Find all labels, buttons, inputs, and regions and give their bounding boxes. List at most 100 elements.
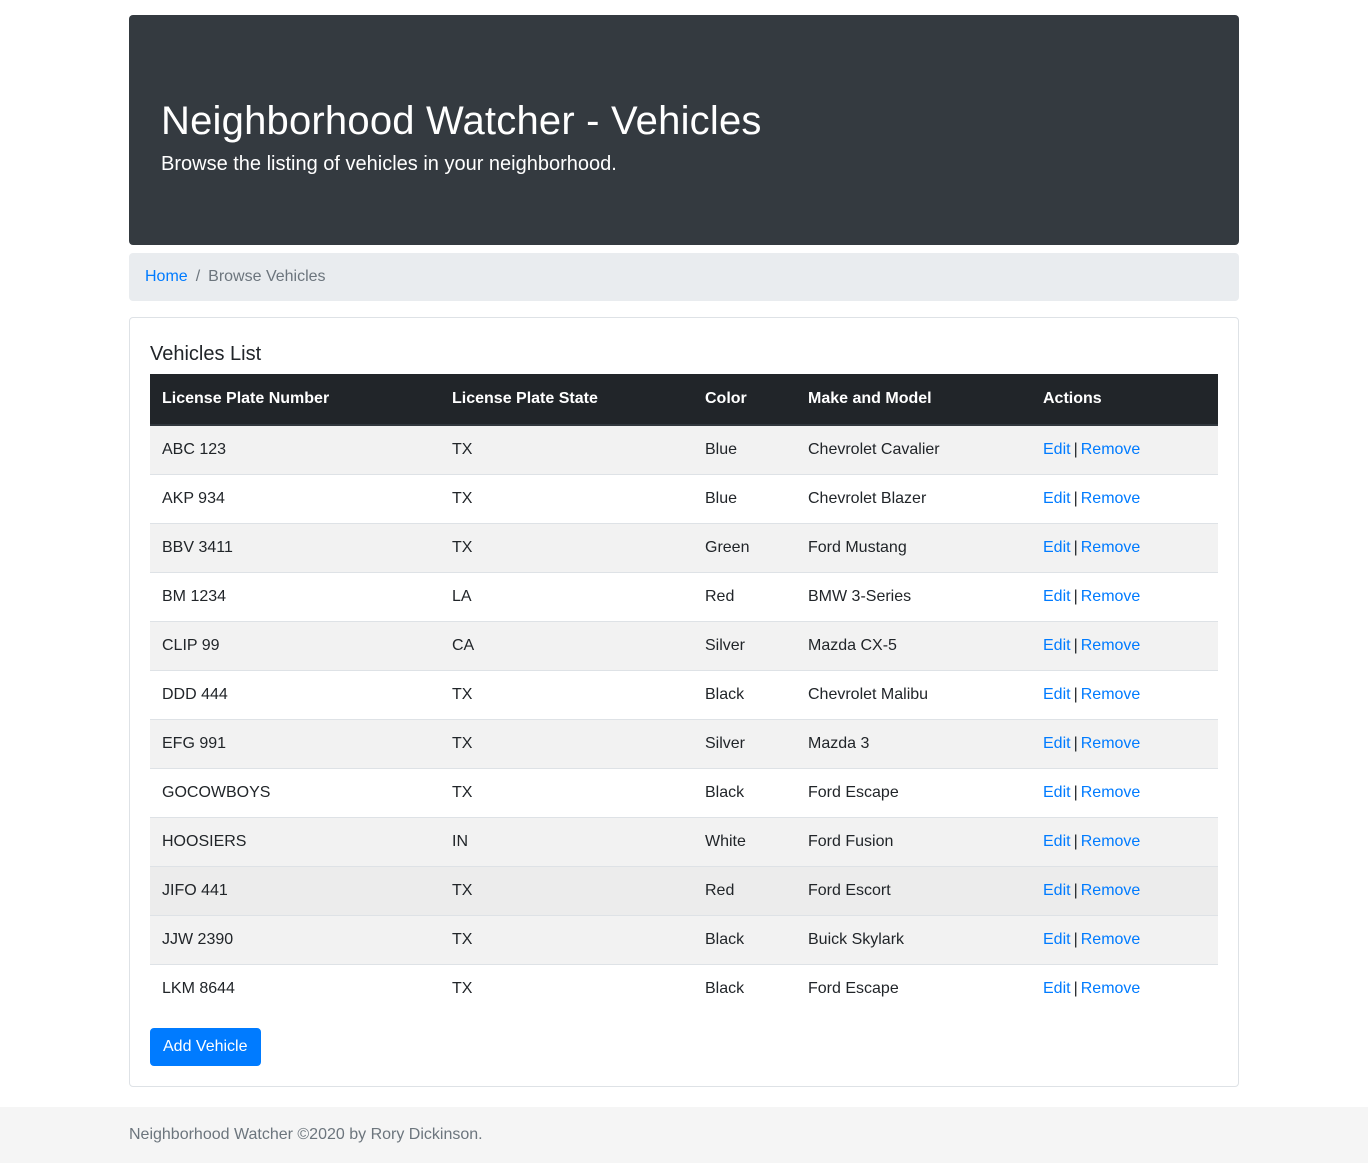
cell-state: TX [440, 424, 693, 474]
table-row: ABC 123 TX Blue Chevrolet Cavalier Edit | Remo… [150, 424, 1218, 474]
cell-make-model: Ford Fusion [796, 816, 1031, 866]
table-header-row: License Plate Number License Plate State… [150, 374, 1218, 426]
column-header-state: License Plate State [440, 374, 693, 426]
remove-link[interactable]: Remove [1081, 882, 1141, 899]
cell-make-model: BMW 3-Series [796, 571, 1031, 621]
remove-link[interactable]: Remove [1081, 686, 1141, 703]
edit-link[interactable]: Edit [1043, 637, 1071, 654]
cell-color: Black [693, 669, 796, 719]
action-separator: | [1073, 783, 1078, 801]
action-separator: | [1073, 440, 1078, 458]
column-header-plate: License Plate Number [150, 374, 440, 426]
edit-link[interactable]: Edit [1043, 882, 1071, 899]
table-row: BBV 3411 TX Green Ford Mustang Edit | Remove [150, 522, 1218, 572]
cell-make-model: Ford Escort [796, 865, 1031, 915]
table-row: BM 1234 LA Red BMW 3-Series Edit | Remove [150, 571, 1218, 621]
edit-link[interactable]: Edit [1043, 980, 1071, 997]
column-header-make-model: Make and Model [796, 374, 1031, 426]
cell-plate: DDD 444 [150, 669, 440, 719]
edit-link[interactable]: Edit [1043, 735, 1071, 752]
cell-make-model: Mazda CX-5 [796, 620, 1031, 670]
cell-make-model: Ford Mustang [796, 522, 1031, 572]
cell-make-model: Buick Skylark [796, 914, 1031, 964]
cell-color: Green [693, 522, 796, 572]
action-separator: | [1073, 489, 1078, 507]
breadcrumb-current: Browse Vehicles [208, 268, 326, 285]
cell-plate: BM 1234 [150, 571, 440, 621]
breadcrumb: Home / Browse Vehicles [129, 253, 1239, 301]
table-row: JJW 2390 TX Black Buick Skylark Edit | Remove [150, 914, 1218, 964]
cell-make-model: Chevrolet Cavalier [796, 424, 1031, 474]
cell-actions: Edit | Remove [1031, 816, 1218, 866]
cell-state: IN [440, 816, 693, 866]
edit-link[interactable]: Edit [1043, 686, 1071, 703]
table-row: AKP 934 TX Blue Chevrolet Blazer Edit | Remove [150, 473, 1218, 523]
cell-plate: LKM 8644 [150, 963, 440, 1013]
cell-color: Silver [693, 620, 796, 670]
remove-link[interactable]: Remove [1081, 784, 1141, 801]
cell-color: Black [693, 767, 796, 817]
cell-color: Blue [693, 424, 796, 474]
cell-plate: GOCOWBOYS [150, 767, 440, 817]
remove-link[interactable]: Remove [1081, 539, 1141, 556]
edit-link[interactable]: Edit [1043, 490, 1071, 507]
cell-make-model: Chevrolet Malibu [796, 669, 1031, 719]
footer: Neighborhood Watcher ©2020 by Rory Dicki… [0, 1107, 1368, 1163]
cell-actions: Edit | Remove [1031, 522, 1218, 572]
cell-plate: CLIP 99 [150, 620, 440, 670]
edit-link[interactable]: Edit [1043, 784, 1071, 801]
cell-actions: Edit | Remove [1031, 669, 1218, 719]
cell-state: CA [440, 620, 693, 670]
cell-actions: Edit | Remove [1031, 571, 1218, 621]
action-separator: | [1073, 685, 1078, 703]
table-row: HOOSIERS IN White Ford Fusion Edit | Remove [150, 816, 1218, 866]
edit-link[interactable]: Edit [1043, 588, 1071, 605]
cell-state: TX [440, 865, 693, 915]
edit-link[interactable]: Edit [1043, 833, 1071, 850]
cell-make-model: Ford Escape [796, 767, 1031, 817]
cell-plate: BBV 3411 [150, 522, 440, 572]
cell-state: TX [440, 473, 693, 523]
table-row: LKM 8644 TX Black Ford Escape Edit | Remove [150, 963, 1218, 1013]
edit-link[interactable]: Edit [1043, 539, 1071, 556]
cell-make-model: Mazda 3 [796, 718, 1031, 768]
cell-state: TX [440, 669, 693, 719]
remove-link[interactable]: Remove [1081, 637, 1141, 654]
page-title: Neighborhood Watcher - Vehicles [161, 99, 762, 143]
cell-plate: AKP 934 [150, 473, 440, 523]
table-row: EFG 991 TX Silver Mazda 3 Edit | Remove [150, 718, 1218, 768]
breadcrumb-home-link[interactable]: Home [145, 268, 188, 286]
table-row: DDD 444 TX Black Chevrolet Malibu Edit | Remov… [150, 669, 1218, 719]
edit-link[interactable]: Edit [1043, 441, 1071, 458]
table-row: GOCOWBOYS TX Black Ford Escape Edit | Remove [150, 767, 1218, 817]
remove-link[interactable]: Remove [1081, 441, 1141, 458]
cell-color: Black [693, 914, 796, 964]
column-header-color: Color [693, 374, 796, 426]
header-jumbotron: Neighborhood Watcher - Vehicles Browse t… [129, 15, 1239, 245]
remove-link[interactable]: Remove [1081, 980, 1141, 997]
cell-state: TX [440, 767, 693, 817]
table-row: JIFO 441 TX Red Ford Escort Edit | Remove [150, 865, 1218, 915]
cell-actions: Edit | Remove [1031, 914, 1218, 964]
cell-actions: Edit | Remove [1031, 963, 1218, 1013]
cell-actions: Edit | Remove [1031, 424, 1218, 474]
remove-link[interactable]: Remove [1081, 931, 1141, 948]
action-separator: | [1073, 734, 1078, 752]
remove-link[interactable]: Remove [1081, 490, 1141, 507]
cell-state: TX [440, 718, 693, 768]
edit-link[interactable]: Edit [1043, 931, 1071, 948]
cell-actions: Edit | Remove [1031, 620, 1218, 670]
cell-color: White [693, 816, 796, 866]
vehicles-card: Vehicles List License Plate Number Licen… [129, 317, 1239, 1087]
remove-link[interactable]: Remove [1081, 588, 1141, 605]
action-separator: | [1073, 636, 1078, 654]
column-header-actions: Actions [1031, 374, 1218, 426]
cell-plate: JIFO 441 [150, 865, 440, 915]
action-separator: | [1073, 587, 1078, 605]
remove-link[interactable]: Remove [1081, 735, 1141, 752]
cell-actions: Edit | Remove [1031, 865, 1218, 915]
remove-link[interactable]: Remove [1081, 833, 1141, 850]
add-vehicle-button[interactable]: Add Vehicle [150, 1028, 261, 1066]
breadcrumb-separator: / [195, 268, 201, 285]
page-subtitle: Browse the listing of vehicles in your n… [161, 153, 617, 175]
